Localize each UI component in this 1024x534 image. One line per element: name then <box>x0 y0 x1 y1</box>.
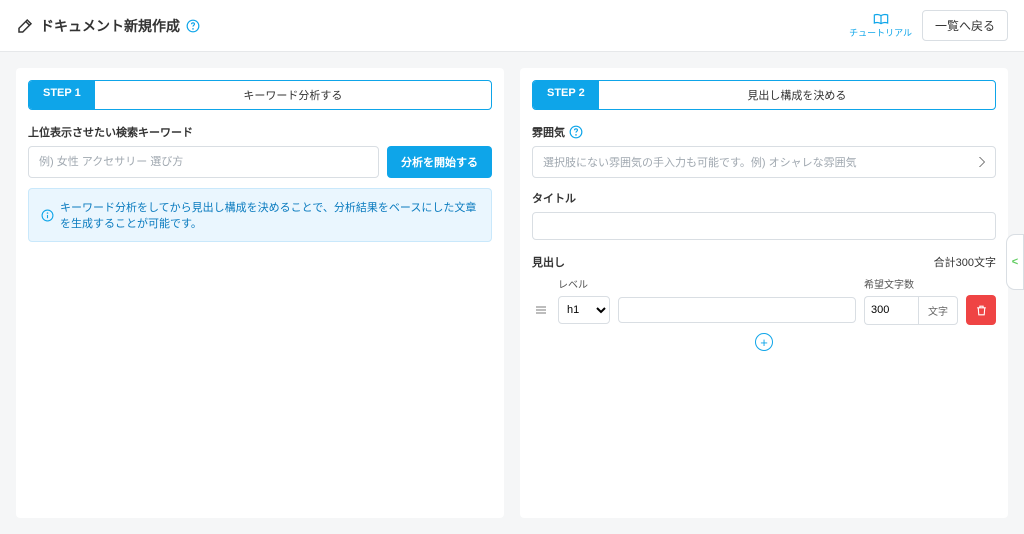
chars-suffix: 文字 <box>918 296 958 325</box>
info-text: キーワード分析をしてから見出し構成を決めることで、分析結果をベースにした文章を生… <box>60 199 479 231</box>
keyword-input[interactable] <box>28 146 379 178</box>
atmosphere-label: 雰囲気 <box>532 124 565 140</box>
info-box: キーワード分析をしてから見出し構成を決めることで、分析結果をベースにした文章を生… <box>28 188 492 242</box>
col-chars-label: 希望文字数 <box>864 276 958 291</box>
keyword-label: 上位表示させたい検索キーワード <box>28 124 492 140</box>
drag-handle-icon[interactable] <box>532 304 550 316</box>
add-heading-button[interactable]: + <box>755 333 773 351</box>
col-level-label: レベル <box>558 276 610 291</box>
tutorial-label: チュートリアル <box>849 26 912 39</box>
info-icon <box>41 209 54 222</box>
header-left: ドキュメント新規作成 <box>16 16 200 36</box>
trash-icon <box>975 304 988 317</box>
keyword-input-row: 分析を開始する <box>28 146 492 178</box>
side-collapse-toggle[interactable] <box>1006 234 1024 290</box>
add-heading-row: + <box>532 333 996 351</box>
analyze-button[interactable]: 分析を開始する <box>387 146 492 178</box>
tutorial-link[interactable]: チュートリアル <box>849 12 912 39</box>
back-to-list-button[interactable]: 一覧へ戻る <box>922 10 1008 41</box>
heading-text-input[interactable] <box>618 297 856 323</box>
title-label: タイトル <box>532 190 996 206</box>
header-right: チュートリアル 一覧へ戻る <box>849 10 1008 41</box>
step1-title: キーワード分析する <box>95 81 491 109</box>
step2-tag: STEP 2 <box>533 81 599 109</box>
page-title: ドキュメント新規作成 <box>40 16 180 36</box>
atmosphere-select[interactable]: 選択肢にない雰囲気の手入力も可能です。例) オシャレな雰囲気 <box>532 146 996 178</box>
help-icon[interactable] <box>186 19 200 33</box>
help-icon[interactable] <box>569 125 583 139</box>
workspace: STEP 1 キーワード分析する 上位表示させたい検索キーワード 分析を開始する… <box>0 52 1024 534</box>
step1-tag: STEP 1 <box>29 81 95 109</box>
step2-header: STEP 2 見出し構成を決める <box>532 80 996 110</box>
chars-group: 文字 <box>864 296 958 325</box>
chars-input[interactable] <box>864 296 918 325</box>
plus-icon: + <box>760 336 768 349</box>
heading-row: h1 文字 <box>532 295 996 325</box>
heading-label: 見出し <box>532 254 565 270</box>
heading-columns: レベル 希望文字数 <box>532 276 996 291</box>
step2-panel: STEP 2 見出し構成を決める 雰囲気 選択肢にない雰囲気の手入力も可能です。… <box>520 68 1008 518</box>
title-input[interactable] <box>532 212 996 240</box>
char-count: 合計300文字 <box>934 254 996 270</box>
heading-level-select[interactable]: h1 <box>558 296 610 324</box>
book-icon <box>873 12 889 26</box>
step1-panel: STEP 1 キーワード分析する 上位表示させたい検索キーワード 分析を開始する… <box>16 68 504 518</box>
delete-heading-button[interactable] <box>966 295 996 325</box>
page-header: ドキュメント新規作成 チュートリアル 一覧へ戻る <box>0 0 1024 52</box>
step2-title: 見出し構成を決める <box>599 81 995 109</box>
step1-header: STEP 1 キーワード分析する <box>28 80 492 110</box>
headings-header: 見出し 合計300文字 <box>532 254 996 270</box>
atmosphere-label-row: 雰囲気 <box>532 124 996 140</box>
edit-icon <box>16 17 34 35</box>
